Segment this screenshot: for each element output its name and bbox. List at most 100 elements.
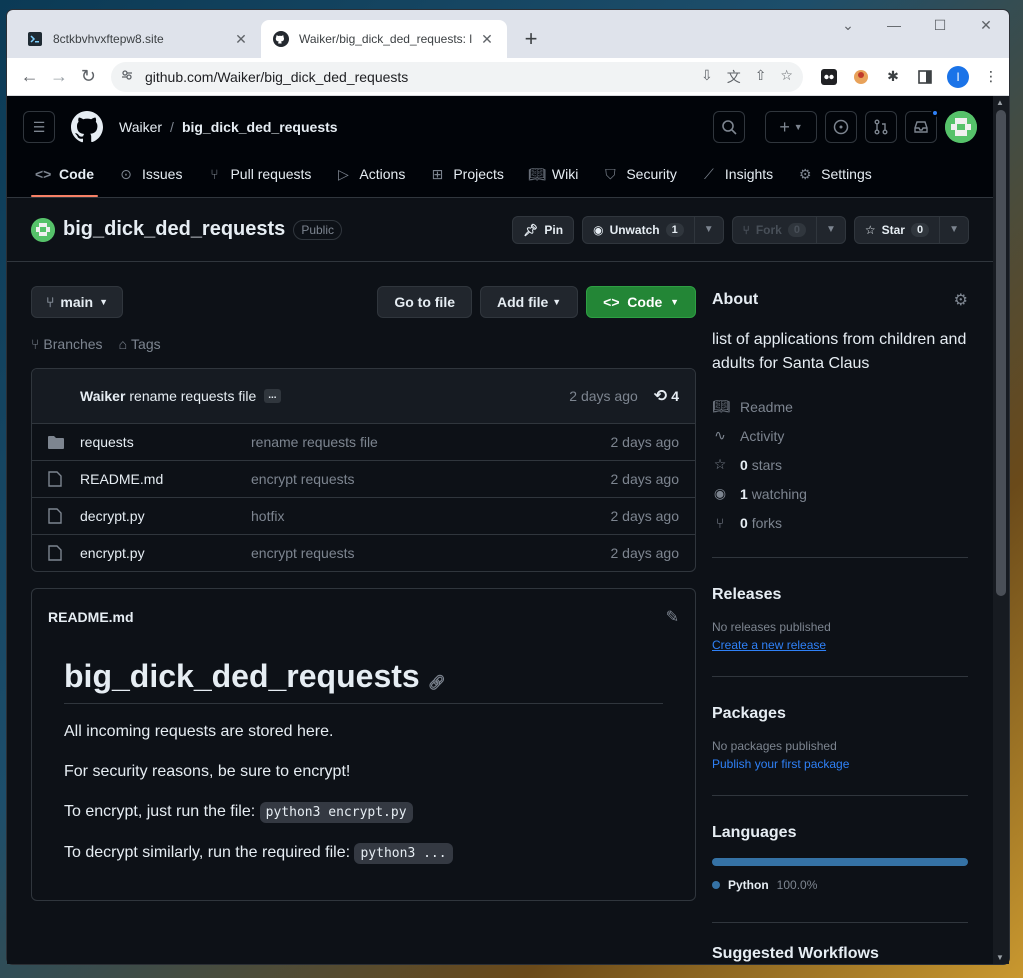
branch-select-button[interactable]: ⑂ main ▼	[31, 286, 124, 318]
forks-link[interactable]: ⑂ 0 forks	[712, 508, 968, 537]
browser-tab-site[interactable]: 8ctkbvhvxftepw8.site ✕	[15, 20, 261, 58]
triangle-down-icon[interactable]: ▼	[939, 216, 968, 243]
go-to-file-button[interactable]: Go to file	[377, 286, 472, 318]
close-window-button[interactable]: ✕	[963, 10, 1009, 40]
scroll-up-icon[interactable]: ▲	[996, 98, 1004, 107]
code-icon: <>	[35, 166, 52, 182]
pencil-icon[interactable]: ✎	[666, 607, 679, 627]
triangle-down-icon: ▼	[99, 297, 109, 307]
share-icon[interactable]: ⇧	[755, 67, 767, 87]
file-commit-message[interactable]: rename requests file	[251, 434, 611, 450]
publish-package-link[interactable]: Publish your first package	[712, 757, 849, 771]
issue-opened-icon	[833, 119, 849, 135]
tab-security[interactable]: ⛉ Security	[590, 158, 689, 190]
code-dropdown-button[interactable]: <> Code ▼	[586, 286, 696, 318]
triangle-down-icon[interactable]: ▼	[693, 216, 723, 243]
scrollbar-thumb[interactable]	[996, 110, 1006, 596]
file-commit-message[interactable]: hotfix	[251, 508, 611, 524]
readme-filename-link[interactable]: README.md	[48, 609, 134, 625]
repo-owner-avatar[interactable]	[31, 217, 55, 242]
packages-title[interactable]: Packages	[712, 705, 968, 723]
install-app-icon[interactable]: ⇩	[701, 67, 713, 87]
add-file-button[interactable]: Add file ▼	[480, 286, 579, 318]
create-new-button[interactable]: + ▼	[765, 111, 817, 143]
readme-link[interactable]: 📖︎ Readme	[712, 392, 968, 421]
watching-link[interactable]: ◉ 1 watching	[712, 479, 968, 508]
releases-title[interactable]: Releases	[712, 586, 968, 604]
extension-avatar-icon[interactable]	[851, 67, 871, 87]
breadcrumb-owner-link[interactable]: Waiker	[119, 119, 162, 135]
tab-insights[interactable]: ⟋ Insights	[689, 158, 785, 190]
issues-button[interactable]	[825, 111, 857, 143]
inbox-button[interactable]	[905, 109, 939, 143]
commit-history-link[interactable]: ⟲ 4	[654, 386, 679, 406]
git-branch-icon: ⑂	[31, 336, 40, 352]
close-tab-icon[interactable]: ✕	[233, 31, 249, 48]
tab-code[interactable]: <> Code	[23, 158, 106, 197]
github-logo-icon[interactable]	[71, 111, 103, 143]
search-button[interactable]	[713, 111, 745, 143]
breadcrumb-repo-link[interactable]: big_dick_ded_requests	[182, 119, 338, 135]
link-icon[interactable]: 🔗︎	[428, 674, 446, 691]
side-panel-icon[interactable]	[915, 67, 935, 87]
scroll-down-icon[interactable]: ▼	[996, 953, 1004, 962]
fork-button[interactable]: ⑂ Fork 0 ▼	[731, 215, 846, 244]
profile-avatar[interactable]: I	[946, 65, 969, 88]
tab-projects[interactable]: ⊞ Projects	[417, 158, 516, 190]
extension-icon[interactable]	[819, 67, 839, 87]
tab-actions[interactable]: ▷ Actions	[323, 158, 417, 190]
page-scrollbar[interactable]: ▲ ▼	[993, 96, 1009, 964]
tab-settings[interactable]: ⚙ Settings	[785, 158, 884, 190]
repo-title-bar: big_dick_ded_requests Public 📌︎ Pin ◉ Unwa…	[7, 198, 993, 262]
url-input[interactable]: github.com/Waiker/big_dick_ded_requests …	[110, 61, 803, 92]
unwatch-button[interactable]: ◉ Unwatch 1 ▼	[582, 215, 724, 244]
tab-search-icon[interactable]: ⌄	[825, 10, 871, 40]
stars-link[interactable]: ☆ 0 stars	[712, 450, 968, 479]
bookmark-star-icon[interactable]: ☆	[780, 67, 793, 87]
new-tab-button[interactable]: +	[517, 25, 545, 53]
star-icon: ☆	[864, 222, 876, 237]
pin-button[interactable]: 📌︎ Pin	[512, 215, 575, 244]
file-name-link[interactable]: encrypt.py	[80, 545, 251, 561]
file-commit-time: 2 days ago	[610, 545, 680, 561]
file-name-link[interactable]: decrypt.py	[80, 508, 251, 524]
translate-icon[interactable]: 文	[727, 67, 741, 87]
activity-link[interactable]: ∿ Activity	[712, 421, 968, 450]
tab-wiki[interactable]: 📖︎ Wiki	[516, 158, 590, 190]
create-release-link[interactable]: Create a new release	[712, 638, 826, 652]
repo-title[interactable]: big_dick_ded_requests	[63, 218, 285, 241]
commit-message-link[interactable]: rename requests file	[129, 388, 256, 404]
close-tab-icon[interactable]: ✕	[479, 31, 495, 48]
browser-tab-github[interactable]: Waiker/big_dick_ded_requests: l ✕	[261, 20, 507, 58]
extensions-puzzle-icon[interactable]: ✱	[883, 67, 903, 87]
maximize-button[interactable]: ☐	[917, 10, 963, 40]
tab-issues[interactable]: ⊙ Issues	[106, 158, 194, 190]
star-button[interactable]: ☆ Star 0 ▼	[853, 215, 969, 244]
language-item[interactable]: Python 100.0%	[712, 878, 968, 892]
pull-requests-button[interactable]	[865, 111, 897, 143]
reload-button[interactable]: ↻	[74, 61, 103, 93]
unwatch-label: Unwatch	[609, 222, 660, 237]
branches-link[interactable]: ⑂ Branches	[31, 336, 103, 352]
site-info-icon[interactable]	[121, 69, 137, 84]
file-name-link[interactable]: README.md	[80, 471, 251, 487]
file-name-link[interactable]: requests	[80, 434, 251, 450]
minimize-button[interactable]: —	[871, 10, 917, 40]
user-avatar[interactable]	[945, 111, 977, 143]
gear-icon[interactable]: ⚙	[954, 290, 968, 310]
table-row[interactable]: encrypt.py encrypt requests 2 days ago	[32, 534, 695, 571]
hamburger-menu-button[interactable]: ☰	[23, 111, 55, 143]
table-row[interactable]: requests rename requests file 2 days ago	[32, 423, 695, 460]
table-row[interactable]: decrypt.py hotfix 2 days ago	[32, 497, 695, 534]
forward-button[interactable]: →	[44, 61, 73, 93]
commit-author-link[interactable]: Waiker	[80, 388, 125, 404]
commit-expand-button[interactable]: ...	[264, 389, 281, 403]
table-row[interactable]: README.md encrypt requests 2 days ago	[32, 460, 695, 497]
tags-link[interactable]: ⌂ Tags	[119, 336, 161, 352]
menu-kebab-icon[interactable]: ⋮	[981, 67, 1001, 87]
back-button[interactable]: ←	[15, 61, 44, 93]
tab-pull-requests[interactable]: ⑂ Pull requests	[194, 158, 323, 190]
file-commit-message[interactable]: encrypt requests	[251, 545, 611, 561]
file-commit-message[interactable]: encrypt requests	[251, 471, 611, 487]
triangle-down-icon[interactable]: ▼	[815, 216, 845, 243]
